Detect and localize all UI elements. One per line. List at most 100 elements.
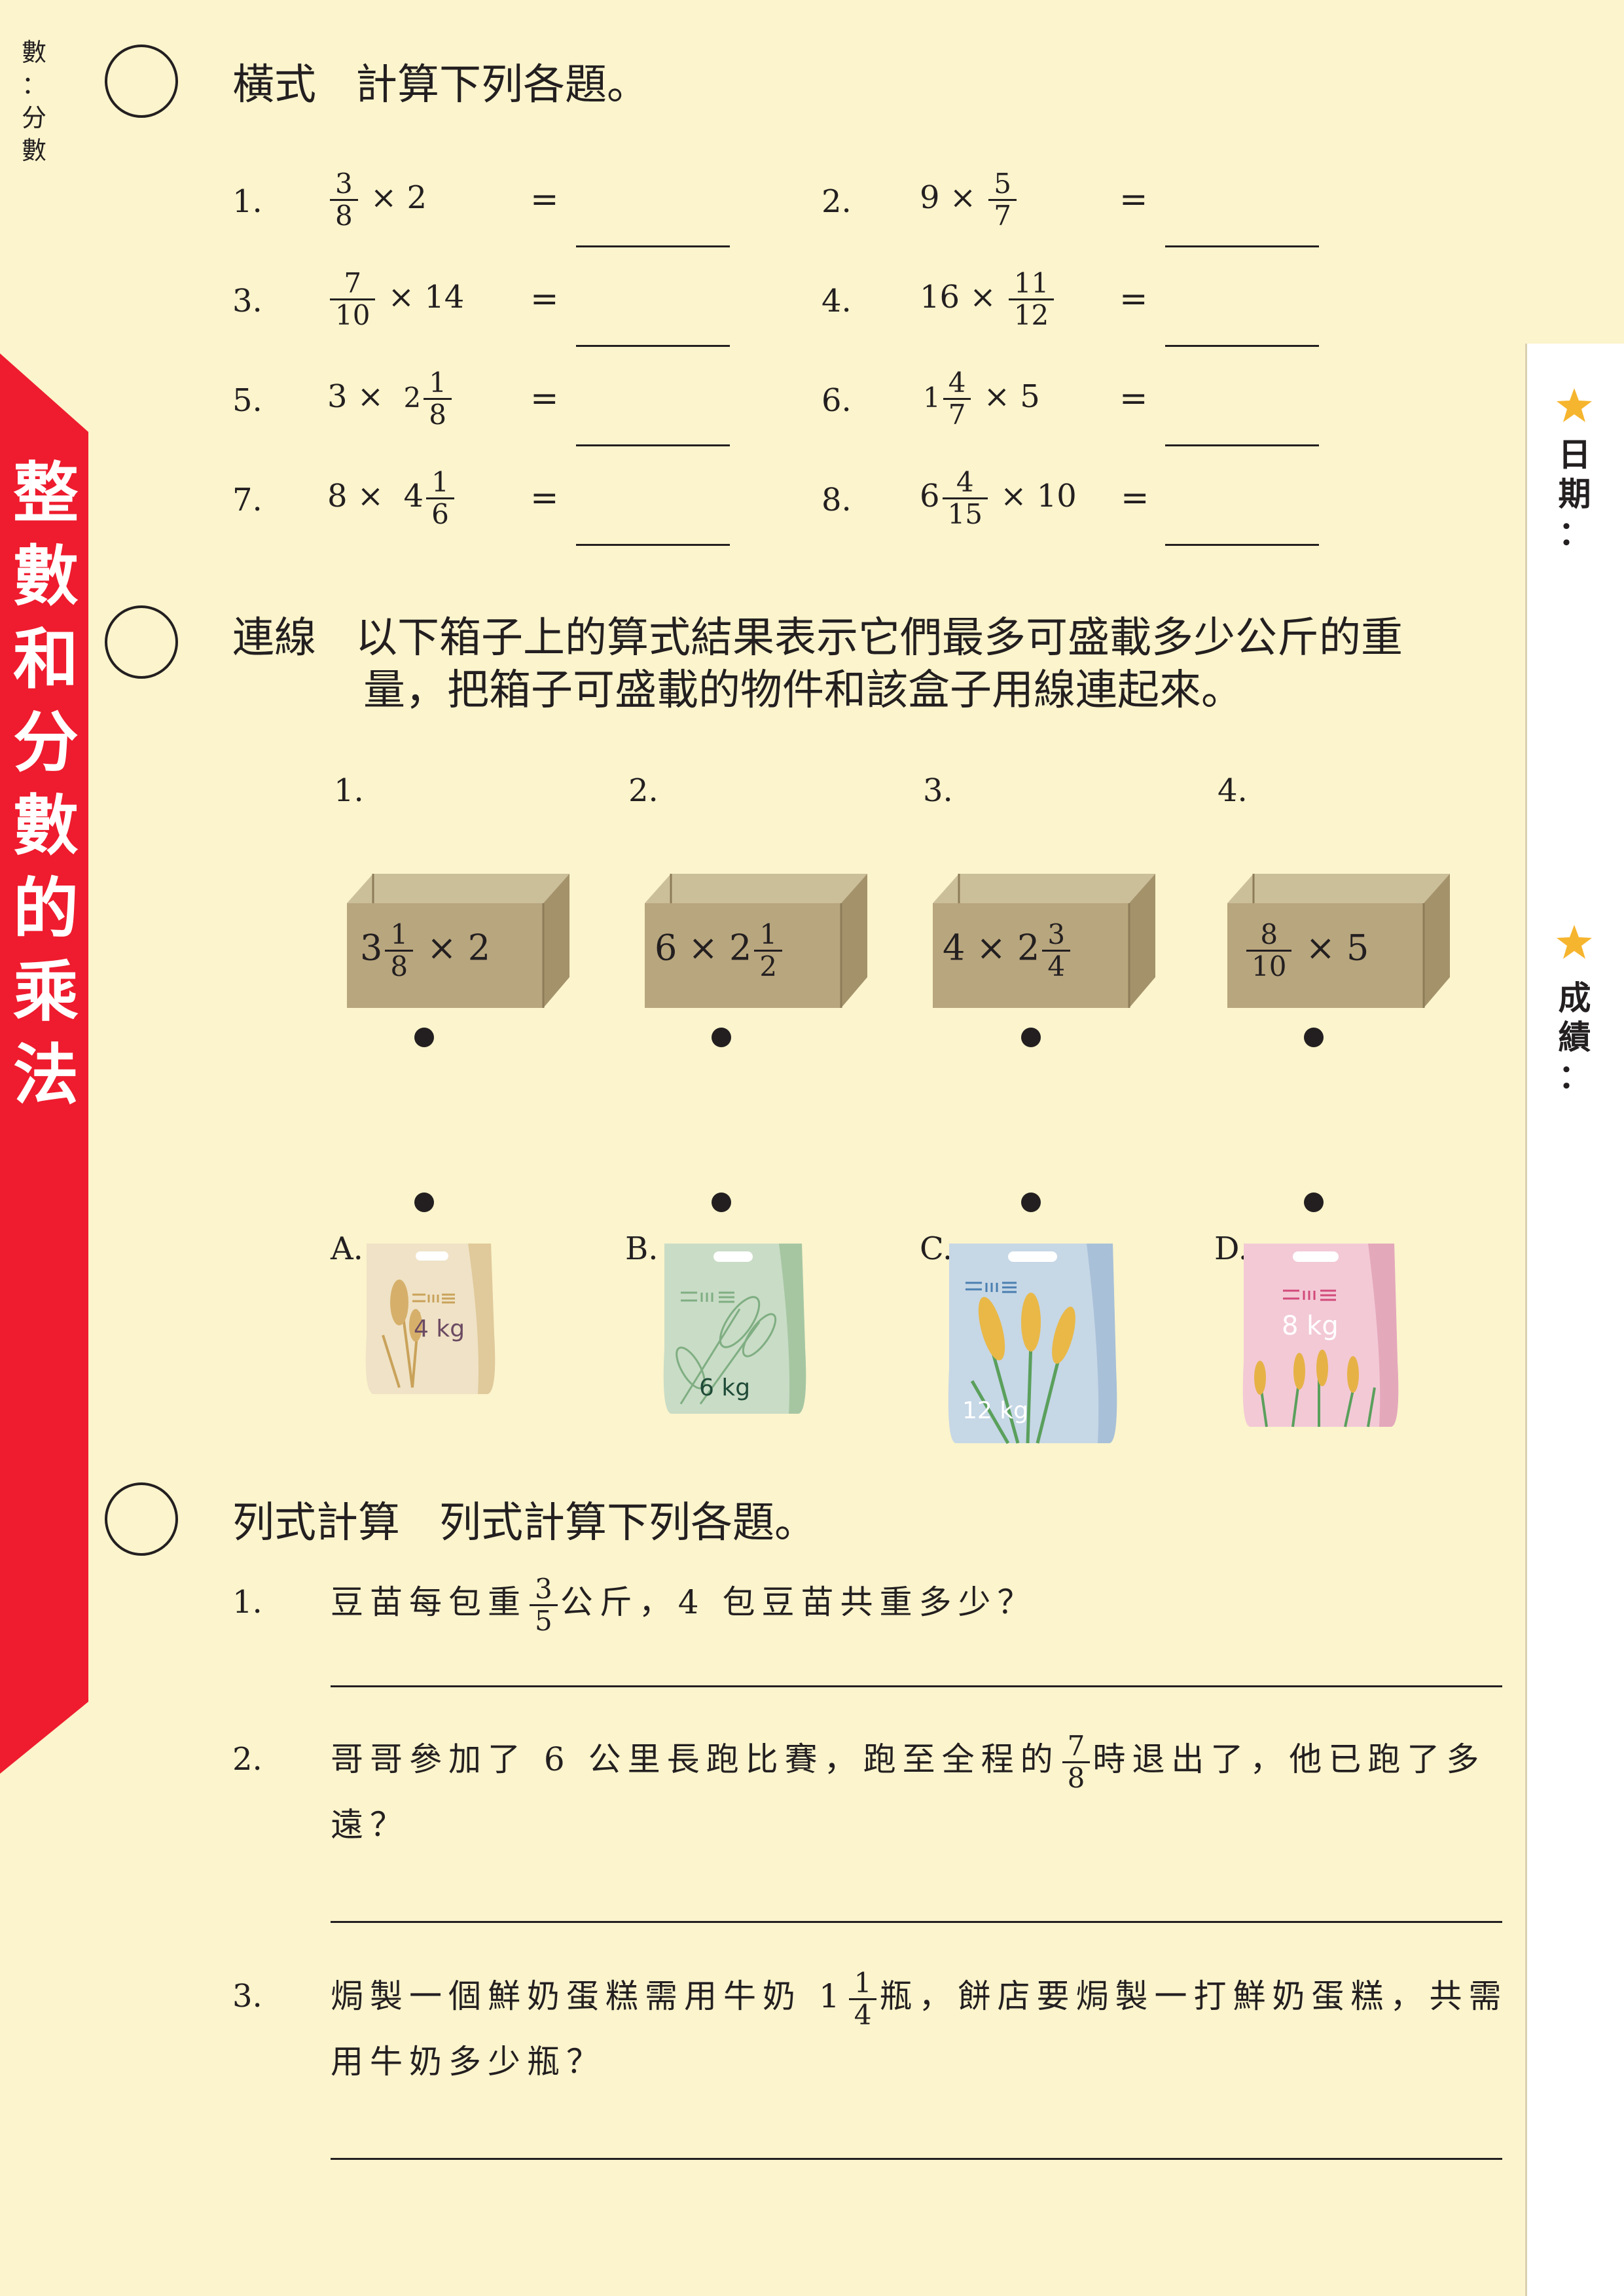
item-number: 1. (232, 183, 262, 220)
title-char: 法 (13, 1037, 79, 1113)
question-text: 豆苗每包重 (331, 1583, 527, 1621)
equals-sign: = (530, 279, 559, 319)
operand: 10 (1036, 478, 1077, 514)
operand: 3 (327, 378, 348, 415)
denominator: 2 (759, 950, 778, 982)
section3-checkbox[interactable] (105, 1482, 178, 1556)
answer-line-3[interactable] (331, 2158, 1502, 2160)
box-expression-4: 8 10 × 5 (1244, 920, 1369, 982)
numerator: 8 (1246, 920, 1292, 952)
denominator: 8 (390, 950, 408, 982)
answer-blank-5[interactable] (576, 444, 730, 446)
box-expression-2: 6 × 212 (655, 920, 785, 982)
answer-blank-2[interactable] (1165, 245, 1319, 247)
operand: 9 (920, 179, 940, 216)
bag-connector-dot-c[interactable] (1021, 1193, 1041, 1212)
operand: 14 (424, 279, 465, 315)
item-number: 3. (232, 283, 262, 319)
answer-blank-3[interactable] (576, 345, 730, 347)
operand: 5 (1020, 378, 1040, 415)
score-char: 成 (1558, 979, 1591, 1017)
numerator: 11 (1008, 268, 1055, 300)
answer-blank-8[interactable] (1165, 544, 1319, 546)
fraction: 4 15 (942, 467, 988, 529)
answer-blank-4[interactable] (1165, 345, 1319, 347)
section2-heading: 連線 以下箱子上的算式結果表示它們最多可盛載多少公斤的重 (232, 612, 1403, 664)
denominator: 8 (335, 200, 353, 232)
title-char: 和 (13, 621, 79, 698)
operand: 4 (943, 927, 965, 969)
date-char: 期 (1558, 475, 1591, 513)
denominator: 8 (429, 399, 447, 431)
box-connector-dot-2[interactable] (712, 1028, 731, 1047)
section1-instruction: 計算下列各題。 (355, 61, 649, 109)
answer-blank-1[interactable] (576, 245, 730, 247)
times-sign: × (969, 279, 996, 315)
numerator: 7 (330, 268, 376, 300)
denominator: 8 (1067, 1761, 1085, 1794)
denominator: 4 (1047, 950, 1066, 982)
score-char: 績 (1558, 1018, 1591, 1056)
answer-blank-7[interactable] (576, 544, 730, 546)
expr-5: 3 × 218 (327, 368, 454, 430)
fraction: 35 (530, 1573, 558, 1636)
equals-sign: = (1119, 379, 1148, 418)
bag-connector-dot-b[interactable] (712, 1193, 731, 1212)
corner-char: 分 (21, 103, 46, 132)
operand: 5 (1346, 927, 1369, 969)
fraction: 38 (330, 169, 358, 231)
box-connector-dot-4[interactable] (1304, 1028, 1324, 1047)
fraction: 8 10 (1246, 920, 1292, 982)
denominator: 10 (335, 299, 370, 331)
times-sign: × (357, 378, 384, 415)
fraction: 12 (754, 920, 783, 982)
question-text: 焗製一個鮮奶蛋糕需用牛奶 1 (331, 1977, 846, 2015)
date-char: ： (1558, 514, 1591, 552)
chapter-title: 整 數 和 分 數 的 乘 法 (0, 452, 92, 1117)
star-icon (1557, 388, 1592, 422)
question-text: 時退出了，他已跑了多 (1092, 1740, 1486, 1778)
answer-blank-6[interactable] (1165, 444, 1319, 446)
section2-checkbox[interactable] (105, 605, 178, 679)
fraction: 47 (943, 368, 971, 430)
title-char: 乘 (13, 954, 79, 1030)
bag-letter: B. (625, 1230, 659, 1267)
numerator: 5 (988, 169, 1017, 201)
denominator: 6 (431, 498, 449, 530)
answer-line-1[interactable] (331, 1685, 1502, 1687)
fraction: 78 (1062, 1731, 1091, 1793)
bag-connector-dot-d[interactable] (1304, 1193, 1324, 1212)
title-char: 的 (13, 870, 79, 947)
question-3: 焗製一個鮮奶蛋糕需用牛奶 1 1 4 瓶，餅店要焗製一打鮮奶蛋糕，共需 (331, 1964, 1507, 2030)
operand: 2 (406, 179, 427, 216)
operand: 16 (920, 279, 960, 315)
section1-checkbox[interactable] (105, 45, 178, 118)
section2-type: 連線 (232, 614, 316, 662)
operand: 8 (327, 478, 348, 514)
date-char: 日 (1558, 436, 1591, 474)
equals-sign: = (1119, 180, 1148, 219)
star-icon (1557, 925, 1592, 959)
denominator: 7 (994, 200, 1012, 232)
title-char: 數 (13, 538, 79, 615)
box-connector-dot-3[interactable] (1021, 1028, 1041, 1047)
denominator: 12 (1013, 299, 1049, 331)
question-text: 哥哥參加了 6 公里長跑比賽，跑至全程的 (331, 1740, 1060, 1778)
bag-weight: 4 kg (414, 1316, 465, 1342)
times-sign: × (976, 927, 1006, 969)
times-sign: × (949, 179, 977, 216)
fraction: 34 (1042, 920, 1071, 982)
section2-instruction-cont: 量，把箱子可盛載的物件和該盒子用線連起來。 (363, 666, 1243, 715)
bag-connector-dot-a[interactable] (414, 1193, 434, 1212)
operand: 2 (467, 927, 491, 969)
box-connector-dot-1[interactable] (414, 1028, 434, 1047)
fraction: 11 12 (1008, 268, 1055, 331)
box-number: 3. (923, 772, 953, 809)
numerator: 7 (1062, 1731, 1091, 1763)
answer-line-2[interactable] (331, 1921, 1502, 1923)
expr-3: 7 10 × 14 (327, 268, 464, 331)
equals-sign: = (1119, 279, 1148, 319)
numerator: 1 (385, 920, 414, 952)
section1-type: 橫式 (232, 61, 316, 109)
whole-part: 2 (729, 927, 752, 969)
